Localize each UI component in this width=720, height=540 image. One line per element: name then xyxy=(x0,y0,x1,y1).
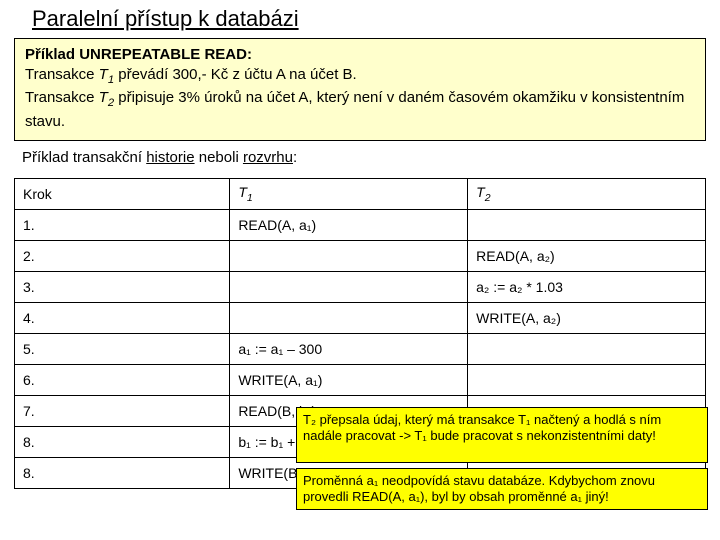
example-lead: Příklad UNREPEATABLE READ: xyxy=(25,45,695,65)
page-title: Paralelní přístup k databázi xyxy=(32,6,710,32)
col-step: Krok xyxy=(15,178,230,209)
col-t2: T2 xyxy=(468,178,706,209)
table-row: 1.READ(A, a₁) xyxy=(15,209,706,240)
table-header-row: Krok T1 T2 xyxy=(15,178,706,209)
example-line-2: Transakce T2 připisuje 3% úroků na účet … xyxy=(25,88,695,131)
callout-note-1: T₂ přepsala údaj, který má transakce T₁ … xyxy=(296,407,708,463)
table-row: 6.WRITE(A, a₁) xyxy=(15,364,706,395)
col-t1: T1 xyxy=(230,178,468,209)
schedule-table-wrap: Krok T1 T2 1.READ(A, a₁) 2.READ(A, a₂) 3… xyxy=(14,178,706,489)
history-label: Příklad transakční historie neboli rozvr… xyxy=(22,149,710,166)
table-row: 5.a₁ := a₁ – 300 xyxy=(15,333,706,364)
table-row: 3.a₂ := a₂ * 1.03 xyxy=(15,271,706,302)
example-line-1: Transakce T1 převádí 300,- Kč z účtu A n… xyxy=(25,65,695,88)
table-row: 4.WRITE(A, a₂) xyxy=(15,302,706,333)
callout-note-2: Proměnná a₁ neodpovídá stavu databáze. K… xyxy=(296,468,708,510)
example-box: Příklad UNREPEATABLE READ: Transakce T1 … xyxy=(14,38,706,141)
table-row: 2.READ(A, a₂) xyxy=(15,240,706,271)
